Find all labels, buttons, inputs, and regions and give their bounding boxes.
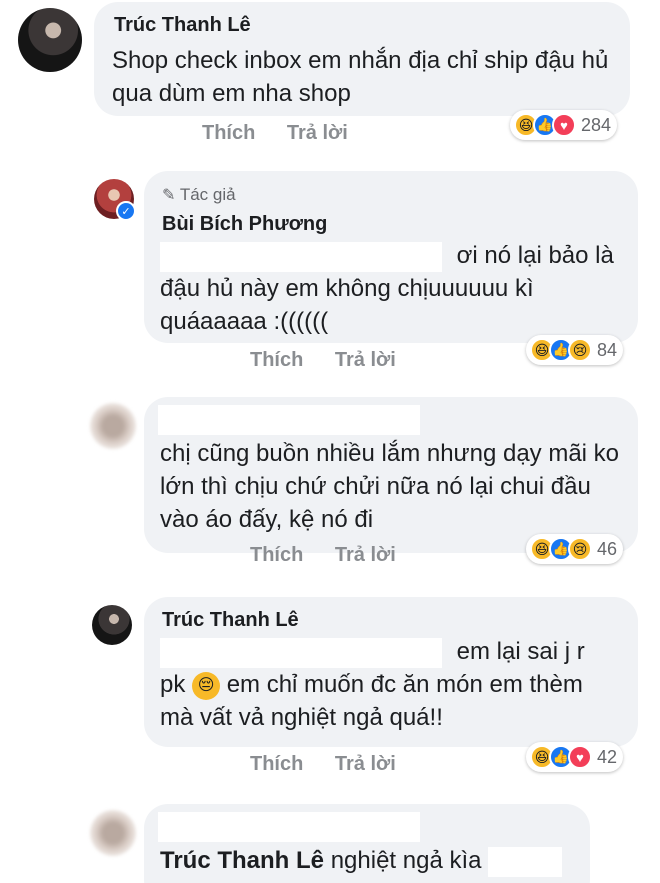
reaction-summary[interactable]: 😆 👍 😢 46 — [526, 534, 624, 564]
author-badge-label: Tác giả — [179, 185, 236, 204]
comment-text-segment: mà vất vả nghiệt ngả quá!! — [160, 704, 443, 731]
comment-5: Trúc Thanh Lê nghiệt ngả kìa — [0, 800, 660, 883]
reply-link[interactable]: Trả lời — [335, 544, 396, 567]
comment-text: ơi nó lại bảo là đậu hủ này em không chị… — [160, 239, 630, 338]
redacted-author-name — [158, 405, 420, 435]
pencil-icon: ✎ — [162, 187, 176, 204]
comment-4: Trúc Thanh Lê em lại sai j r pk 😔 em chỉ… — [0, 595, 660, 795]
avatar[interactable] — [90, 403, 136, 449]
like-link[interactable]: Thích — [250, 544, 303, 567]
comment-text: Trúc Thanh Lê nghiệt ngả kìa — [160, 844, 580, 877]
mention-link[interactable]: Trúc Thanh Lê — [160, 847, 324, 874]
comment-text: chị cũng buồn nhiều lắm nhưng dạy mãi ko… — [160, 440, 620, 533]
comment-2: ✓ ✎ Tác giả Bùi Bích Phương ơi nó lại bả… — [0, 165, 660, 380]
avatar[interactable] — [18, 8, 82, 72]
reaction-count: 84 — [597, 339, 618, 360]
comment-author[interactable]: Trúc Thanh Lê — [162, 609, 299, 632]
comment-text-segment: em lại sai j r — [456, 638, 585, 665]
comment-1: Trúc Thanh Lê Shop check inbox em nhắn đ… — [0, 0, 660, 160]
reaction-summary[interactable]: 😆 👍 ♥ 284 — [510, 110, 618, 140]
comment-author[interactable]: Trúc Thanh Lê — [114, 14, 251, 37]
reaction-summary[interactable]: 😆 👍 ♥ 42 — [526, 742, 624, 772]
sad-reaction-icon: 😢 — [568, 537, 592, 561]
comment-text: Shop check inbox em nhắn địa chỉ ship đậ… — [112, 47, 609, 107]
author-badge: ✎ Tác giả — [162, 185, 236, 205]
redacted-mention — [160, 637, 442, 668]
comment-text-segment: ơi nó lại bảo là — [456, 242, 614, 269]
comment-3: chị cũng buồn nhiều lắm nhưng dạy mãi ko… — [0, 385, 660, 580]
redacted-mention — [160, 241, 442, 272]
redacted-author-name — [158, 812, 420, 842]
redacted-text — [488, 846, 563, 877]
comment-actions: Thích Trả lời — [250, 349, 422, 372]
like-link[interactable]: Thích — [250, 349, 303, 372]
comment-text: em lại sai j r pk 😔 em chỉ muốn đc ăn mó… — [160, 635, 630, 734]
comment-actions: Thích Trả lời — [250, 544, 422, 567]
reaction-count: 42 — [597, 746, 618, 767]
reaction-summary[interactable]: 😆 👍 😢 84 — [526, 335, 624, 365]
reply-link[interactable]: Trả lời — [335, 753, 396, 776]
comment-text-segment: đậu hủ này em không chịuuuuuu kì quáaaaa… — [160, 275, 534, 335]
love-reaction-icon: ♥ — [568, 745, 592, 769]
comment-actions: Thích Trả lời — [202, 122, 374, 145]
pensive-emoji-icon: 😔 — [192, 671, 221, 700]
like-link[interactable]: Thích — [202, 122, 255, 145]
avatar[interactable] — [90, 810, 136, 856]
sad-reaction-icon: 😢 — [568, 338, 592, 362]
reply-link[interactable]: Trả lời — [335, 349, 396, 372]
comment-text-segment: pk — [160, 671, 186, 698]
like-link[interactable]: Thích — [250, 753, 303, 776]
verified-badge-icon: ✓ — [116, 201, 136, 221]
avatar[interactable] — [92, 605, 132, 645]
comment-text-segment: em chỉ muốn đc ăn món em thèm — [226, 671, 583, 698]
love-reaction-icon: ♥ — [552, 113, 576, 137]
comment-text-segment: nghiệt ngả kìa — [330, 847, 482, 874]
comment-actions: Thích Trả lời — [250, 753, 422, 776]
reaction-count: 46 — [597, 538, 618, 559]
reply-link[interactable]: Trả lời — [287, 122, 348, 145]
comment-author[interactable]: Bùi Bích Phương — [162, 213, 327, 236]
reaction-count: 284 — [581, 114, 612, 135]
